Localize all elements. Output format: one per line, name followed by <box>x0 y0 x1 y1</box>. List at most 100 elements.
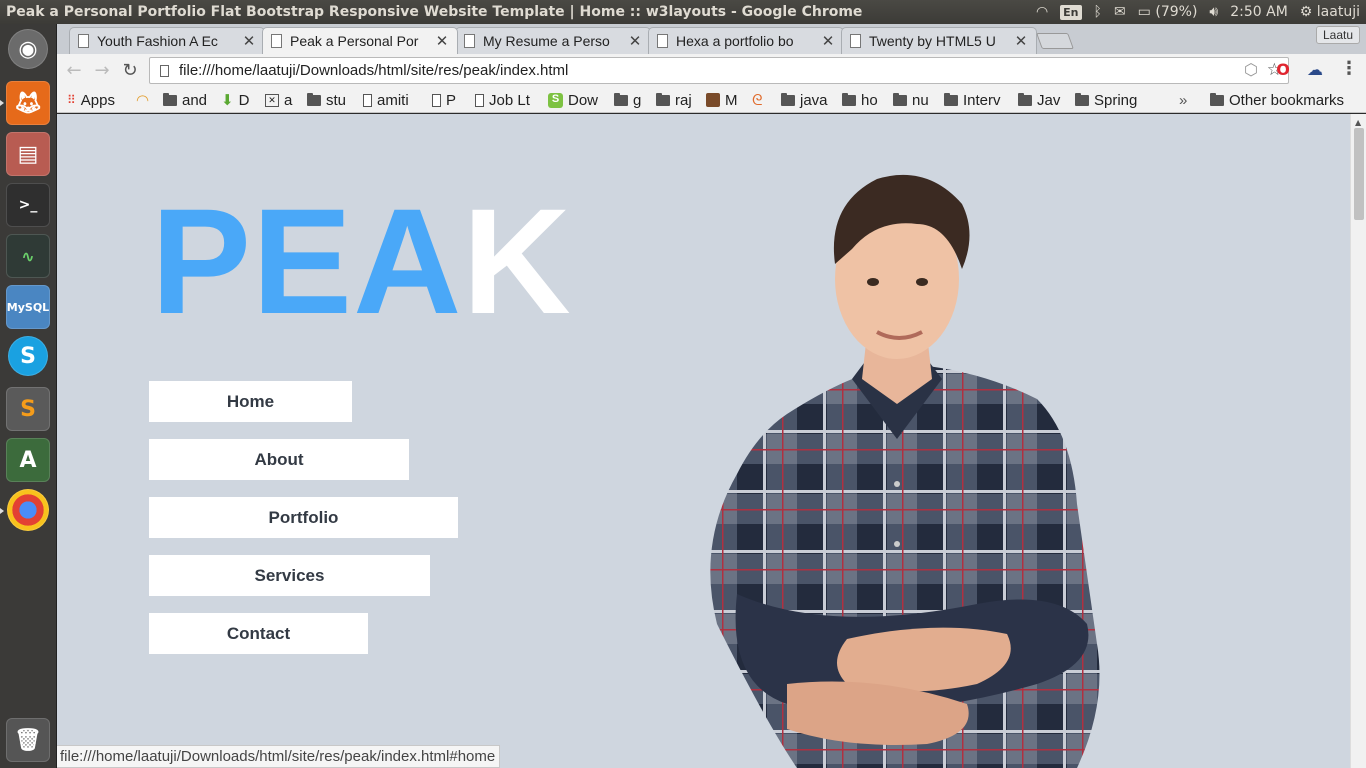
bookmark-item[interactable]: ◠ <box>136 90 154 110</box>
tab[interactable]: Twenty by HTML5 U ✕ <box>841 27 1037 54</box>
vertical-scrollbar[interactable]: ▲ <box>1350 114 1366 768</box>
folder-icon <box>1210 92 1224 106</box>
bookmark-label: Apps <box>80 91 115 109</box>
running-indicator <box>0 508 4 514</box>
bookmark-label: Other bookmarks <box>1229 91 1345 109</box>
volume-icon[interactable]: 🔊︎ <box>1209 4 1218 20</box>
link-status-bubble: file:///home/laatuji/Downloads/html/site… <box>57 745 501 768</box>
dash-home-icon[interactable]: ◉ <box>8 29 48 69</box>
session-menu[interactable]: ⚙ laatuji <box>1300 4 1360 20</box>
close-icon[interactable]: ✕ <box>1012 32 1030 50</box>
bookmark-folder[interactable]: Jav <box>1018 90 1060 110</box>
close-icon[interactable]: ✕ <box>240 32 258 50</box>
bookmark-folder[interactable]: g <box>614 90 641 110</box>
skype-icon[interactable]: S <box>8 336 48 376</box>
mysql-workbench-icon[interactable]: MySQL <box>6 285 50 329</box>
bookmark-label: Jav <box>1037 91 1061 109</box>
bookmarks-overflow-button[interactable]: » <box>1179 90 1187 110</box>
nav-home[interactable]: Home <box>149 381 352 422</box>
address-bar[interactable]: file:///home/laatuji/Downloads/html/site… <box>149 57 1289 84</box>
firefox-icon[interactable]: 🦊︎ <box>6 81 50 125</box>
software-updater-icon[interactable]: A <box>6 438 50 482</box>
page-icon <box>432 93 441 107</box>
bookmark-item[interactable]: P <box>432 90 456 110</box>
tab[interactable]: Hexa a portfolio bo ✕ <box>648 27 844 54</box>
logo-text-blue: PEA <box>151 177 463 345</box>
folder-icon <box>781 92 795 106</box>
site-logo[interactable]: PEAK <box>151 186 572 336</box>
bookmark-label: P <box>446 91 457 109</box>
mail-icon[interactable]: ✉ <box>1114 4 1126 20</box>
page-icon <box>850 34 861 48</box>
clock[interactable]: 2:50 AM <box>1230 4 1288 20</box>
forward-arrow-icon[interactable]: → <box>91 60 113 82</box>
tab[interactable]: Youth Fashion A Ec ✕ <box>69 27 265 54</box>
profile-button[interactable]: Laatu <box>1315 26 1360 44</box>
bookmark-apps[interactable]: ⠿ Apps <box>67 90 115 110</box>
close-icon[interactable]: ✕ <box>433 32 451 50</box>
opera-icon[interactable]: O <box>1272 60 1294 79</box>
bookmark-folder[interactable]: and <box>163 90 207 110</box>
page-icon <box>475 93 484 107</box>
close-icon[interactable]: ✕ <box>819 32 837 50</box>
nav-services[interactable]: Services <box>149 555 430 596</box>
other-bookmarks-folder[interactable]: Other bookmarks <box>1210 90 1344 110</box>
new-tab-button[interactable] <box>1036 33 1074 49</box>
bookmark-item[interactable]: ⬇ D <box>221 90 249 110</box>
bookmark-item[interactable]: M <box>706 90 738 110</box>
scroll-up-arrow-icon[interactable]: ▲ <box>1355 118 1361 127</box>
extension-cube-icon[interactable]: ⬡ <box>1240 60 1262 79</box>
folder-icon <box>893 92 907 106</box>
sublime-text-icon[interactable]: S <box>6 387 50 431</box>
bookmark-item[interactable]: amiti <box>363 90 409 110</box>
bookmark-folder[interactable]: ho <box>842 90 878 110</box>
chrome-icon[interactable] <box>7 489 49 531</box>
image-icon: ✕ <box>265 93 279 107</box>
cloud-extension-icon[interactable]: ☁ <box>1304 60 1326 79</box>
bookmark-folder[interactable]: raj <box>656 90 692 110</box>
nav-contact[interactable]: Contact <box>149 613 368 654</box>
system-monitor-icon[interactable]: ∿ <box>6 234 50 278</box>
username: laatuji <box>1316 4 1360 20</box>
rainbow-icon: ◠ <box>136 92 150 109</box>
bookmark-folder[interactable]: Interv <box>944 90 1001 110</box>
page-viewport: PEAK Home About Portfolio Services Conta… <box>57 114 1350 768</box>
terminal-icon[interactable]: >_ <box>6 183 50 227</box>
avatar-icon <box>706 93 720 107</box>
system-top-bar: Peak a Personal Portfolio Flat Bootstrap… <box>0 0 1366 24</box>
bookmark-folder[interactable]: java <box>781 90 828 110</box>
folder-icon <box>1018 92 1032 106</box>
battery-indicator[interactable]: ▭ (79%) <box>1138 4 1198 20</box>
keyboard-layout-indicator[interactable]: En <box>1060 4 1082 20</box>
back-arrow-icon[interactable]: ← <box>63 60 85 82</box>
files-icon[interactable]: ▤ <box>6 132 50 176</box>
tab[interactable]: My Resume a Perso ✕ <box>455 27 651 54</box>
chrome-menu-icon[interactable]: ⋮ <box>1340 58 1358 79</box>
page-icon <box>160 64 169 77</box>
bookmark-item[interactable]: ✕ a <box>265 90 292 110</box>
bookmark-label: M <box>725 91 738 109</box>
nav-about[interactable]: About <box>149 439 409 480</box>
scrollbar-thumb[interactable] <box>1354 128 1364 220</box>
bookmark-label: amiti <box>377 91 409 109</box>
wifi-icon[interactable]: ◠ <box>1036 4 1048 20</box>
reload-icon[interactable]: ↻ <box>119 60 141 82</box>
bookmark-label: Dow <box>568 91 599 109</box>
folder-icon <box>944 92 958 106</box>
bookmark-item[interactable]: Job Lt <box>475 90 530 110</box>
system-tray: ◠ En ᛒ ✉ ▭ (79%) 🔊︎ 2:50 AM ⚙ laatuji <box>1036 0 1360 24</box>
tab-title: Twenty by HTML5 U <box>869 33 996 49</box>
tab-title: Peak a Personal Por <box>290 33 419 49</box>
trash-icon[interactable]: 🗑︎ <box>6 718 50 762</box>
browser-tab-strip: Youth Fashion A Ec ✕ Peak a Personal Por… <box>57 24 1366 54</box>
close-icon[interactable]: ✕ <box>626 32 644 50</box>
bookmark-item[interactable]: S Dow <box>548 90 598 110</box>
unity-launcher: ◉ 🦊︎ ▤ >_ ∿ MySQL S S A 🗑︎ <box>0 24 57 768</box>
tab-active[interactable]: Peak a Personal Por ✕ <box>262 27 458 54</box>
nav-portfolio[interactable]: Portfolio <box>149 497 458 538</box>
bookmark-item[interactable]: ᘓ <box>752 90 768 110</box>
bluetooth-icon[interactable]: ᛒ <box>1094 4 1102 20</box>
bookmark-folder[interactable]: stu <box>307 90 346 110</box>
bookmark-folder[interactable]: Spring <box>1075 90 1137 110</box>
bookmark-folder[interactable]: nu <box>893 90 929 110</box>
